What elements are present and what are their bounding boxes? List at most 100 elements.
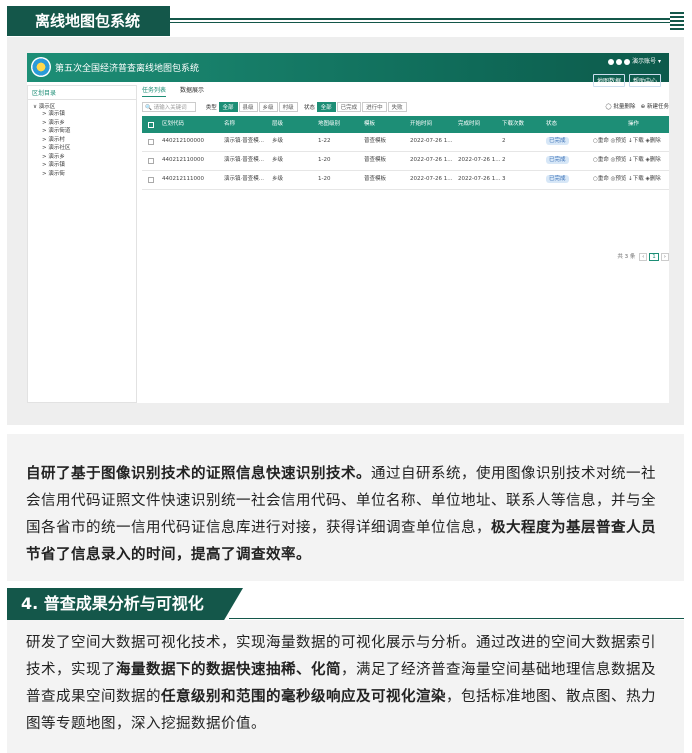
sidebar-item[interactable]: > 演示社区	[28, 144, 136, 153]
col-status: 状态	[546, 121, 558, 127]
download-action[interactable]: 下载	[633, 176, 644, 182]
pager-total: 共 3 条	[617, 254, 636, 260]
cell-count: 2	[502, 138, 506, 144]
sidebar-item[interactable]: > 演示镇	[28, 161, 136, 170]
panel-tabs: 任务列表 数据展示	[142, 85, 218, 97]
row-checkbox[interactable]	[148, 158, 154, 164]
cell-level: 乡级	[272, 157, 284, 163]
rename-action[interactable]: 重命	[598, 176, 609, 182]
cell-name: 演示镇·普查模...	[224, 176, 264, 182]
download-action[interactable]: 下载	[633, 157, 644, 163]
cell-count: 3	[502, 176, 506, 182]
table-row[interactable]: 440212111000 演示镇·普查模... 乡级 1-20 普查模板 202…	[142, 171, 669, 190]
status-option[interactable]: 进行中	[362, 102, 387, 112]
tab-task-list[interactable]: 任务列表	[142, 85, 167, 97]
cell-start: 2022-07-26 1...	[410, 176, 453, 182]
next-page-button[interactable]: ›	[660, 253, 669, 261]
col-end: 完成时间	[458, 121, 481, 127]
cell-code: 440212110000	[162, 157, 204, 163]
cell-zoom: 1-20	[318, 176, 331, 182]
bell-icon[interactable]	[608, 58, 615, 65]
sidebar-item[interactable]: > 演示街道	[28, 127, 136, 136]
task-panel: 任务列表 数据展示 🔍 请输入关键词 类型 全部 县级 乡级 村级 状态 全部 已完成 进行…	[142, 85, 669, 261]
col-ops: 操作	[628, 121, 640, 127]
select-all-checkbox[interactable]	[148, 122, 154, 128]
pagination: 共 3 条 ‹ 1 ›	[617, 252, 669, 261]
app-title: 第五次全国经济普查离线地图包系统	[55, 64, 200, 74]
rename-action[interactable]: 重命	[598, 157, 609, 163]
cell-level: 乡级	[272, 138, 284, 144]
download-action[interactable]: 下载	[633, 138, 644, 144]
col-count: 下载次数	[502, 121, 525, 127]
cell-ops: ○重命 ◎预览 ↓下载 ◈删除	[593, 138, 661, 144]
preview-action[interactable]: 预览	[615, 138, 626, 144]
settings-icon[interactable]	[616, 58, 623, 65]
app-window: 第五次全国经济普查离线地图包系统 演示账号 ▾ 地图数据 帮助中心 区划目录 ∨ …	[27, 53, 669, 403]
cell-template: 普查模板	[364, 157, 387, 163]
header-divider-thin	[170, 22, 684, 23]
type-option[interactable]: 全部	[218, 102, 238, 112]
preview-action[interactable]: 预览	[615, 176, 626, 182]
paragraph-visualization: 研发了空间大数据可视化技术，实现海量数据的可视化展示与分析。通过改进的空间大数据…	[26, 630, 666, 738]
cell-template: 普查模板	[364, 176, 387, 182]
status-option[interactable]: 已完成	[336, 102, 362, 112]
sidebar-item[interactable]: > 演示镇	[28, 110, 136, 119]
search-input[interactable]: 🔍 请输入关键词	[142, 102, 196, 112]
cell-name: 演示镇·普查模...	[224, 138, 264, 144]
sidebar-title: 区划目录	[28, 86, 136, 100]
cell-count: 2	[502, 157, 506, 163]
filter-bar: 🔍 请输入关键词 类型 全部 县级 乡级 村级 状态 全部 已完成 进行中 失败 ◯ 批量删…	[142, 102, 669, 112]
table-row[interactable]: 440212100000 演示镇·普查模... 乡级 1-22 普查模板 202…	[142, 133, 669, 152]
region-sidebar: 区划目录 ∨ 演示区 > 演示镇 > 演示乡 > 演示街道 > 演示村 > 演示…	[27, 85, 137, 403]
cell-end: 2022-07-26 1...	[458, 176, 501, 182]
cell-code: 440212111000	[162, 176, 204, 182]
col-code: 区划代码	[162, 121, 185, 127]
section-header-offline-map: 离线地图包系统	[7, 6, 684, 36]
prev-page-button[interactable]: ‹	[639, 253, 648, 261]
col-start: 开始时间	[410, 121, 433, 127]
paragraph-highlight: 海量数据下的数据快速抽稀、化简	[116, 662, 341, 678]
header-stripe-decoration	[670, 10, 684, 30]
col-name: 名称	[224, 121, 236, 127]
sidebar-item[interactable]: > 演示村	[28, 136, 136, 145]
delete-action[interactable]: 删除	[650, 138, 661, 144]
user-name[interactable]: 演示账号	[632, 58, 656, 65]
sidebar-item[interactable]: > 演示街	[28, 170, 136, 179]
status-option[interactable]: 全部	[316, 102, 336, 112]
new-task-button[interactable]: ⊕ 新建任务	[641, 104, 669, 110]
cell-status: 已完成	[546, 171, 569, 188]
rename-action[interactable]: 重命	[598, 138, 609, 144]
status-option[interactable]: 失败	[387, 102, 407, 112]
page-number-button[interactable]: 1	[649, 253, 659, 261]
type-option[interactable]: 村级	[278, 102, 298, 112]
paragraph-highlight: 任意级别和范围的毫秒级响应及可视化渲染	[161, 689, 446, 705]
section-header-visualization: 4. 普查成果分析与可视化	[7, 588, 684, 620]
cell-name: 演示镇·普查模...	[224, 157, 264, 163]
type-option[interactable]: 县级	[238, 102, 258, 112]
batch-delete-button[interactable]: ◯ 批量删除	[605, 104, 635, 110]
header-divider	[229, 618, 684, 619]
delete-action[interactable]: 删除	[650, 157, 661, 163]
cell-status: 已完成	[546, 133, 569, 150]
row-checkbox[interactable]	[148, 139, 154, 145]
cell-zoom: 1-22	[318, 138, 331, 144]
cell-end: 2022-07-26 1...	[458, 157, 501, 163]
table-row[interactable]: 440212110000 演示镇·普查模... 乡级 1-20 普查模板 202…	[142, 152, 669, 171]
sidebar-item[interactable]: > 演示乡	[28, 119, 136, 128]
text-box-recognition: 自研了基于图像识别技术的证照信息快速识别技术。通过自研系统，使用图像识别技术对统…	[7, 434, 684, 581]
cell-ops: ○重命 ◎预览 ↓下载 ◈删除	[593, 157, 661, 163]
user-area[interactable]: 演示账号 ▾	[589, 56, 661, 65]
status-filter-label: 状态	[303, 105, 315, 111]
sidebar-item[interactable]: > 演示乡	[28, 153, 136, 162]
type-option[interactable]: 乡级	[258, 102, 278, 112]
cell-code: 440212100000	[162, 138, 204, 144]
preview-action[interactable]: 预览	[615, 157, 626, 163]
sidebar-root-item[interactable]: ∨ 演示区	[28, 100, 136, 110]
user-icon[interactable]	[624, 58, 631, 65]
delete-action[interactable]: 删除	[650, 176, 661, 182]
tab-data-display[interactable]: 数据展示	[180, 85, 204, 96]
app-header: 第五次全国经济普查离线地图包系统 演示账号 ▾ 地图数据 帮助中心	[27, 53, 669, 87]
census-logo-icon	[31, 57, 51, 77]
col-zoom: 地图级别	[318, 121, 341, 127]
row-checkbox[interactable]	[148, 177, 154, 183]
